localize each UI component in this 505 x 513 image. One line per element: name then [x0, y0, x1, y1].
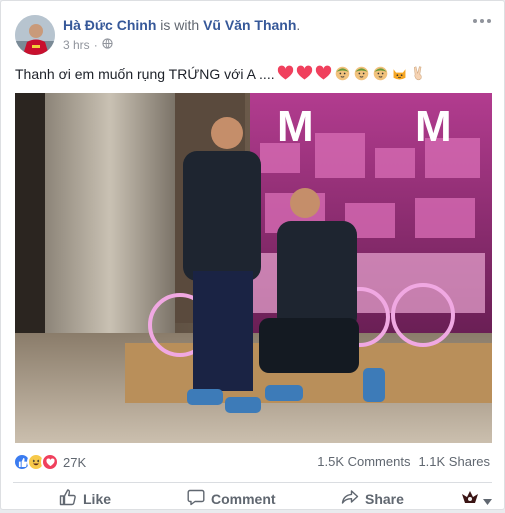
- cat-face-icon: [393, 69, 406, 80]
- caret-down-icon: [483, 492, 492, 510]
- baby-face-icon: [335, 66, 349, 81]
- meta-separator: ·: [93, 38, 98, 52]
- baby-face-icon: [354, 66, 368, 81]
- victory-hand-icon: [413, 66, 422, 81]
- share-button[interactable]: Share: [341, 488, 404, 509]
- more-options-icon[interactable]: [472, 15, 492, 27]
- tagged-user-link[interactable]: Vũ Văn Thanh: [203, 17, 296, 33]
- shares-count[interactable]: 1.1K Shares: [418, 454, 490, 469]
- post-photo[interactable]: M M: [15, 93, 492, 443]
- heart-icon: [296, 65, 312, 80]
- baby-face-icon: [373, 66, 387, 81]
- post-card: Hà Đức Chinh is with Vũ Văn Thanh. 3 hrs…: [0, 0, 505, 510]
- engagement-counts: 1.5K Comments 1.1K Shares: [317, 454, 490, 469]
- like-label: Like: [83, 490, 112, 507]
- name-line-period: .: [296, 17, 301, 33]
- author-line: Hà Đức Chinh is with Vũ Văn Thanh.: [63, 17, 300, 33]
- post-stats: 27K 1.5K Comments 1.1K Shares: [13, 453, 490, 473]
- post-meta: 3 hrs ·: [63, 38, 113, 52]
- heart-icon: [277, 65, 293, 80]
- page-avatar-icon: [460, 488, 480, 513]
- svg-text:M: M: [277, 102, 314, 151]
- svg-text:M: M: [415, 102, 452, 151]
- comment-label: Comment: [211, 490, 276, 507]
- author-avatar[interactable]: [15, 15, 55, 55]
- author-name-link[interactable]: Hà Đức Chinh: [63, 17, 156, 33]
- share-label: Share: [365, 490, 404, 507]
- thumbs-up-icon: [59, 488, 77, 509]
- heart-icon: [315, 65, 331, 80]
- comment-button[interactable]: Comment: [187, 488, 276, 509]
- post-time[interactable]: 3 hrs: [63, 38, 90, 52]
- reactions-summary[interactable]: 27K: [13, 453, 86, 471]
- with-text: is with: [156, 17, 204, 33]
- post-message: Thanh ơi em muốn rụng TRỨNG với A ....: [15, 65, 427, 82]
- action-bar: Like Comment Share: [1, 484, 504, 511]
- reactions-count[interactable]: 27K: [63, 455, 86, 470]
- react-as-selector[interactable]: [460, 488, 492, 513]
- like-button[interactable]: Like: [59, 488, 111, 509]
- actions-divider: [13, 482, 492, 483]
- comments-count[interactable]: 1.5K Comments: [317, 454, 410, 469]
- post-text: Thanh ơi em muốn rụng TRỨNG với A ....: [15, 65, 275, 82]
- share-arrow-icon: [341, 488, 359, 509]
- comment-icon: [187, 488, 205, 509]
- love-reaction-icon: [41, 453, 59, 471]
- globe-icon[interactable]: [102, 38, 113, 52]
